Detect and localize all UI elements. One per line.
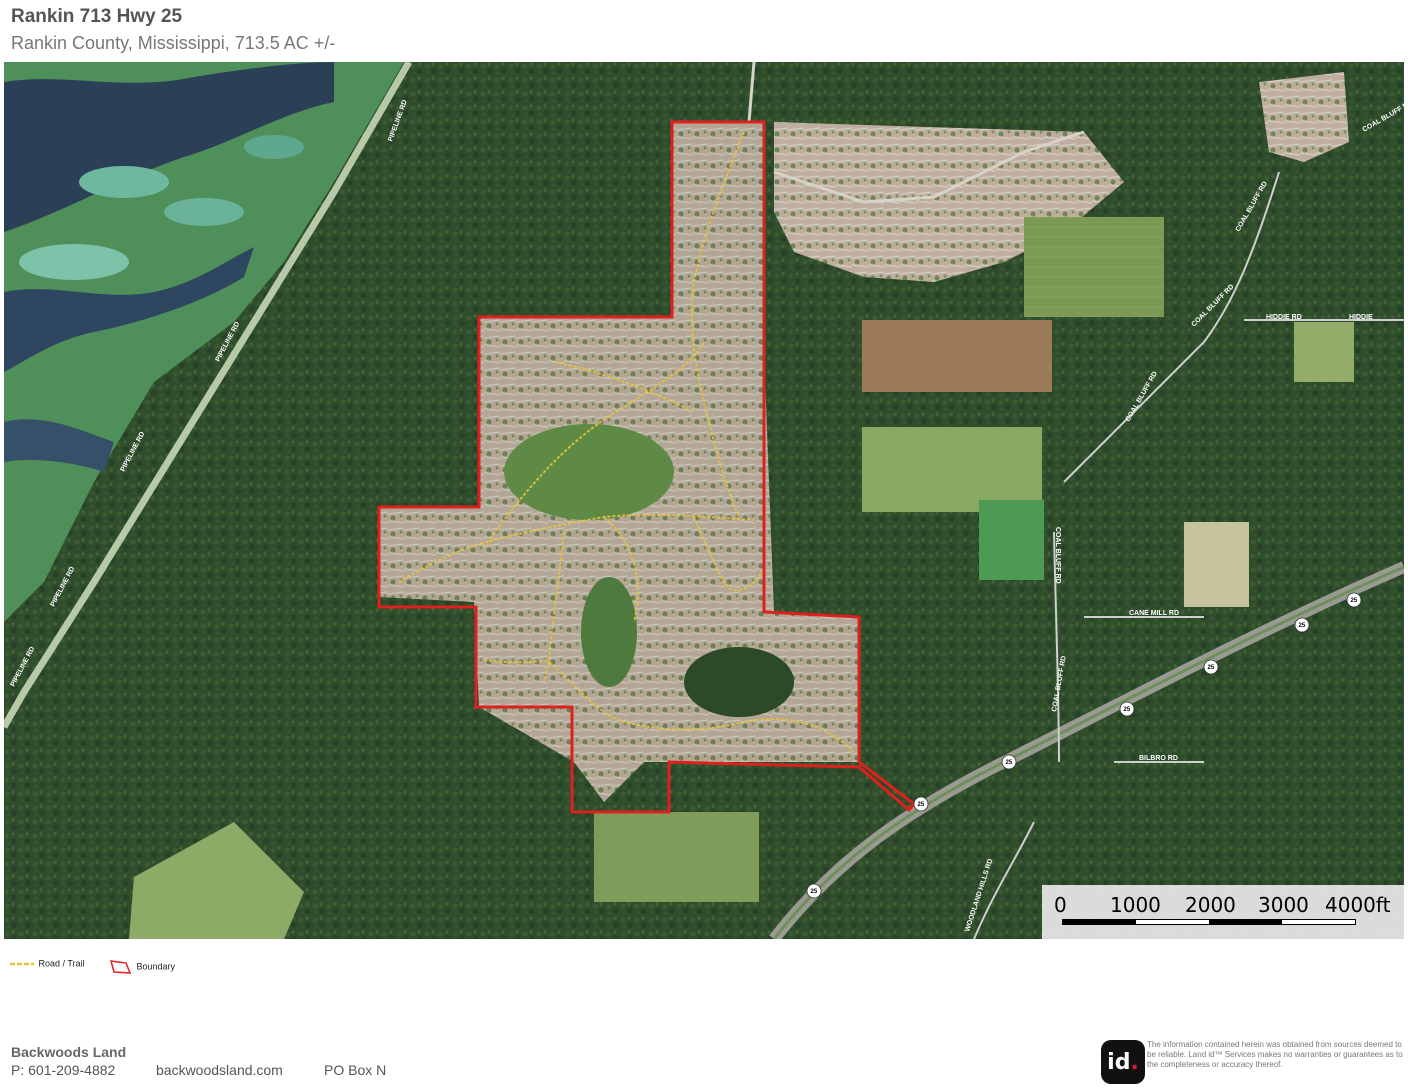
- aerial-map-canvas: PIPELINE RD PIPELINE RD PIPELINE RD COAL…: [4, 62, 1404, 939]
- scale-line: [1062, 919, 1356, 925]
- scale-label: 3000: [1258, 893, 1309, 917]
- svg-text:25: 25: [1124, 707, 1131, 713]
- phone-number: P: 601-209-4882: [11, 1062, 116, 1078]
- logo-dot: .: [1130, 1049, 1139, 1075]
- highway-shield: 25: [1001, 754, 1017, 770]
- map-subtitle: Rankin County, Mississippi, 713.5 AC +/-: [11, 33, 336, 53]
- aerial-map[interactable]: PIPELINE RD PIPELINE RD PIPELINE RD COAL…: [4, 62, 1404, 939]
- svg-text:25: 25: [918, 802, 925, 808]
- road-label: HIDDIE RD: [1266, 314, 1302, 321]
- tree-stand: [581, 577, 637, 687]
- legend-trail-label: Road / Trail: [38, 958, 85, 969]
- highway-shield: 25: [1346, 592, 1362, 608]
- legend-trail: Road / Trail: [10, 958, 85, 970]
- road-label: HIDDIE: [1349, 314, 1373, 321]
- highway-shield: 25: [806, 883, 822, 899]
- highway-shield: 25: [913, 796, 929, 812]
- scale-label: 2000: [1185, 893, 1236, 917]
- field: [1024, 217, 1164, 317]
- company-name: Backwoods Land: [11, 1044, 127, 1060]
- svg-text:25: 25: [1006, 760, 1013, 766]
- highway-shield: 25: [1119, 701, 1135, 717]
- svg-text:25: 25: [1351, 598, 1358, 604]
- trail-legend-icon: [10, 962, 34, 966]
- island: [244, 135, 304, 159]
- svg-text:25: 25: [1208, 665, 1215, 671]
- road-label: CANE MILL RD: [1129, 610, 1179, 617]
- scale-segment: [1063, 920, 1136, 924]
- svg-text:25: 25: [811, 889, 818, 895]
- field: [594, 812, 759, 902]
- logo-text: id: [1107, 1049, 1131, 1075]
- field: [862, 427, 1042, 512]
- po-box: PO Box N: [324, 1062, 387, 1078]
- scale-bar: 0 1000 2000 3000 4000ft: [1042, 885, 1404, 939]
- field: [1294, 322, 1354, 382]
- scale-label: 4000ft: [1325, 893, 1391, 917]
- highway-shield: 25: [1203, 659, 1219, 675]
- map-title: Rankin 713 Hwy 25: [11, 6, 183, 27]
- land-id-logo: id.: [1101, 1040, 1145, 1084]
- scale-segment: [1209, 920, 1282, 924]
- scale-label: 0: [1054, 893, 1067, 917]
- road-label: COAL BLUFF RD: [1054, 527, 1061, 584]
- tree-stand: [504, 424, 674, 520]
- island: [79, 166, 169, 198]
- svg-text:25: 25: [1299, 623, 1306, 629]
- boundary-legend-icon: [109, 960, 132, 974]
- website-link[interactable]: backwoodsland.com: [156, 1062, 283, 1078]
- legend-boundary: Boundary: [108, 958, 175, 976]
- disclaimer-text: The information contained herein was obt…: [1147, 1040, 1403, 1069]
- field: [979, 500, 1044, 580]
- island: [19, 244, 129, 280]
- scale-label: 1000: [1110, 893, 1161, 917]
- tilled-field: [862, 320, 1052, 392]
- road-label: BILBRO RD: [1139, 755, 1178, 762]
- field: [1184, 522, 1249, 607]
- legend-boundary-label: Boundary: [136, 961, 176, 972]
- tree-stand: [684, 647, 794, 717]
- highway-shield: 25: [1294, 617, 1310, 633]
- island: [164, 198, 244, 226]
